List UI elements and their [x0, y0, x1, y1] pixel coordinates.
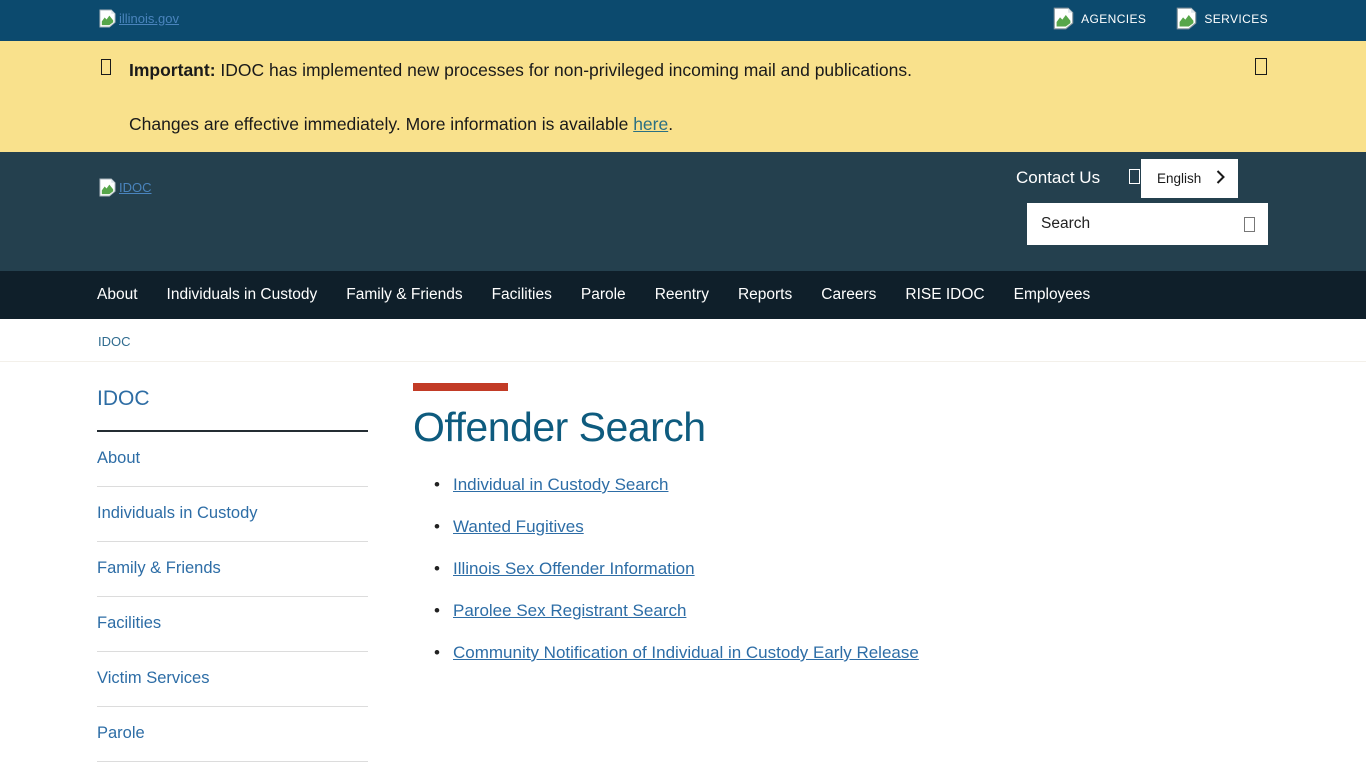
main-content: Offender Search Individual in Custody Se… [413, 383, 1233, 684]
nav-item: Careers [821, 286, 876, 304]
section-sidebar: IDOC About Individuals in Custody Family… [97, 383, 368, 762]
nav-link[interactable]: Careers [821, 286, 876, 303]
sidebar-item: Individuals in Custody [97, 487, 368, 542]
sidebar-item: Facilities [97, 597, 368, 652]
close-icon [1255, 58, 1267, 75]
nav-link[interactable]: Employees [1014, 286, 1091, 303]
government-topbar: illinois.gov AGENCIES SERVICES [0, 0, 1366, 41]
offender-search-link[interactable]: Community Notification of Individual in … [453, 643, 919, 662]
broken-image-icon [1053, 7, 1074, 30]
sidebar-link[interactable]: Family & Friends [97, 542, 368, 596]
idoc-logo-alt-text: IDOC [119, 180, 152, 195]
alert-line2-text: Changes are effective immediately. More … [129, 114, 633, 134]
alert-message-line-2: Changes are effective immediately. More … [129, 113, 673, 135]
site-header: IDOC Contact Us English [0, 152, 1366, 271]
nav-link[interactable]: Reentry [655, 286, 709, 303]
sidebar-item: Family & Friends [97, 542, 368, 597]
search-icon[interactable] [1244, 217, 1255, 232]
accent-bar [413, 383, 508, 391]
alert-important-prefix: Important: [129, 60, 216, 80]
illinois-gov-logo-link[interactable]: illinois.gov [99, 9, 179, 28]
more-information-link[interactable]: here [633, 114, 668, 134]
nav-item: Reports [738, 286, 792, 304]
primary-nav: About Individuals in Custody Family & Fr… [0, 271, 1366, 319]
broken-image-icon [1176, 7, 1197, 30]
page-title: Offender Search [413, 404, 1233, 451]
search-glyph [1244, 217, 1255, 232]
illinois-gov-alt-text: illinois.gov [119, 11, 179, 26]
list-item: Individual in Custody Search [413, 474, 1233, 496]
nav-link[interactable]: Parole [581, 286, 626, 303]
offender-search-link[interactable]: Wanted Fugitives [453, 517, 584, 536]
nav-item: Reentry [655, 286, 709, 304]
sidebar-list: About Individuals in Custody Family & Fr… [97, 432, 368, 762]
broken-image-icon [99, 178, 116, 197]
globe-icon [1129, 169, 1140, 184]
nav-link[interactable]: Reports [738, 286, 792, 303]
breadcrumb: IDOC [0, 319, 1366, 362]
alert-message-text: IDOC has implemented new processes for n… [216, 60, 912, 80]
site-search [1027, 203, 1268, 245]
contact-us-link[interactable]: Contact Us [1016, 168, 1100, 188]
offender-search-link[interactable]: Individual in Custody Search [453, 475, 668, 494]
nav-link[interactable]: RISE IDOC [905, 286, 984, 303]
sidebar-item: About [97, 432, 368, 487]
list-item: Wanted Fugitives [413, 516, 1233, 538]
language-selector[interactable]: English [1141, 159, 1238, 198]
language-label: English [1157, 171, 1201, 186]
topbar-links: AGENCIES SERVICES [1053, 7, 1268, 30]
nav-item: Facilities [492, 286, 552, 304]
services-label: SERVICES [1204, 12, 1268, 26]
sidebar-link[interactable]: Individuals in Custody [97, 487, 368, 541]
list-item: Illinois Sex Offender Information [413, 558, 1233, 580]
nav-link[interactable]: Family & Friends [346, 286, 462, 303]
sidebar-item: Victim Services [97, 652, 368, 707]
search-input[interactable] [1041, 215, 1244, 233]
offender-search-link[interactable]: Illinois Sex Offender Information [453, 559, 695, 578]
alert-message-line-1: Important: IDOC has implemented new proc… [129, 59, 912, 81]
sidebar-item: Parole [97, 707, 368, 762]
offender-search-link[interactable]: Parolee Sex Registrant Search [453, 601, 686, 620]
nav-item: Parole [581, 286, 626, 304]
chevron-right-icon [1216, 170, 1225, 187]
alert-line2-period: . [668, 114, 673, 134]
list-item: Community Notification of Individual in … [413, 642, 1233, 664]
list-item: Parolee Sex Registrant Search [413, 600, 1233, 622]
sidebar-link[interactable]: Facilities [97, 597, 368, 651]
sidebar-link[interactable]: Parole [97, 707, 368, 761]
nav-item: Employees [1014, 286, 1091, 304]
nav-item: About [97, 286, 138, 304]
offender-search-links: Individual in Custody Search Wanted Fugi… [413, 474, 1233, 664]
nav-link[interactable]: About [97, 286, 138, 303]
nav-item: Individuals in Custody [167, 286, 318, 304]
agencies-link[interactable]: AGENCIES [1053, 7, 1146, 30]
nav-item: RISE IDOC [905, 286, 984, 304]
alert-info-icon [101, 59, 111, 75]
sidebar-link[interactable]: Victim Services [97, 652, 368, 706]
breadcrumb-link[interactable]: IDOC [98, 334, 131, 349]
nav-item: Family & Friends [346, 286, 462, 304]
nav-link[interactable]: Facilities [492, 286, 552, 303]
sidebar-link[interactable]: About [97, 432, 368, 486]
broken-image-icon [99, 9, 116, 28]
idoc-logo-link[interactable]: IDOC [99, 178, 152, 197]
breadcrumb-item: IDOC [98, 333, 1366, 351]
sidebar-title-link[interactable]: IDOC [97, 383, 368, 432]
agencies-label: AGENCIES [1081, 12, 1146, 26]
nav-link[interactable]: Individuals in Custody [167, 286, 318, 303]
dismiss-alert-button[interactable] [1255, 58, 1267, 78]
important-alert-banner: Important: IDOC has implemented new proc… [0, 41, 1366, 152]
services-link[interactable]: SERVICES [1176, 7, 1268, 30]
